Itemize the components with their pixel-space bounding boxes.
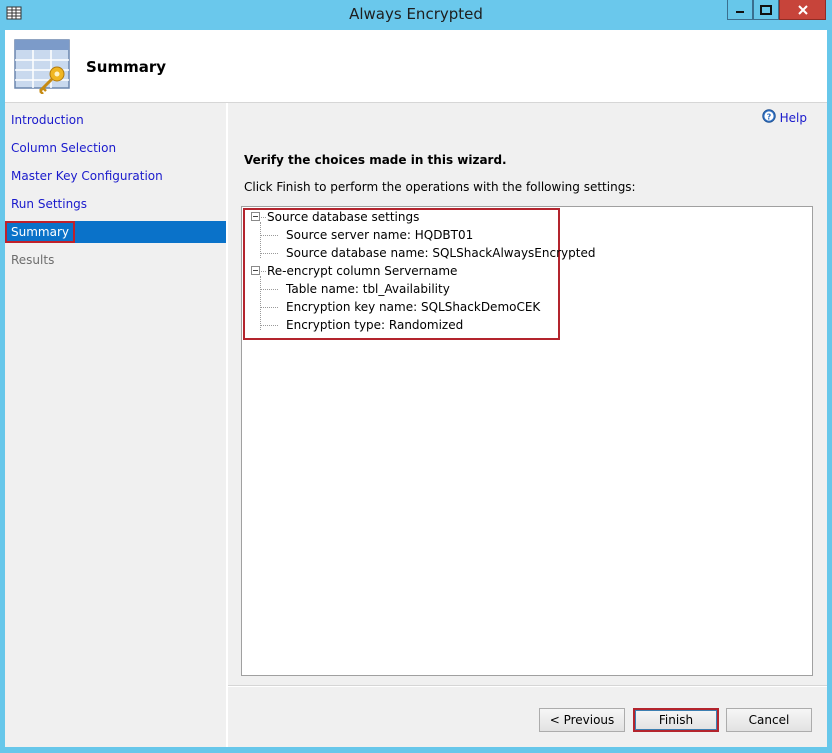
nav-item-run-settings[interactable]: Run Settings	[5, 193, 226, 215]
wizard-header: Summary	[5, 30, 827, 102]
cancel-button[interactable]: Cancel	[726, 708, 812, 732]
tree-connector	[260, 325, 278, 326]
tree-node-source-database-name[interactable]: Source database name: SQLShackAlwaysEncr…	[286, 244, 595, 262]
close-button[interactable]	[779, 0, 826, 20]
nav-item-column-selection[interactable]: Column Selection	[5, 137, 226, 159]
summary-tree[interactable]: Source database settings Source server n…	[241, 206, 813, 676]
tree-connector	[260, 276, 261, 330]
previous-button[interactable]: < Previous	[539, 708, 625, 732]
verify-heading: Verify the choices made in this wizard.	[244, 153, 507, 167]
svg-text:?: ?	[766, 112, 771, 121]
minimize-button[interactable]	[727, 0, 753, 20]
help-link[interactable]: ? Help	[761, 109, 807, 126]
nav-item-label: Summary	[5, 221, 75, 243]
tree-node-source-database-settings[interactable]: Source database settings	[267, 208, 419, 226]
nav-item-results: Results	[5, 249, 226, 271]
wizard-nav: Introduction Column Selection Master Key…	[5, 103, 226, 747]
tree-node-encryption-type[interactable]: Encryption type: Randomized	[286, 316, 463, 334]
nav-item-label: Introduction	[11, 113, 84, 127]
collapse-icon[interactable]	[251, 212, 260, 221]
minimize-icon	[736, 10, 744, 13]
summary-panel: ? Help Verify the choices made in this w…	[228, 103, 827, 683]
nav-item-introduction[interactable]: Introduction	[5, 109, 226, 131]
tree-node-source-server-name[interactable]: Source server name: HQDBT01	[286, 226, 473, 244]
tree-connector	[260, 235, 278, 236]
nav-item-label: Column Selection	[11, 141, 117, 155]
client-area: Summary Introduction Column Selection Ma…	[5, 30, 827, 747]
maximize-button[interactable]	[753, 0, 779, 20]
nav-item-label: Results	[11, 253, 55, 267]
tree-node-table-name[interactable]: Table name: tbl_Availability	[286, 280, 450, 298]
page-title: Summary	[86, 58, 167, 76]
table-key-icon	[13, 38, 71, 95]
window-title: Always Encrypted	[349, 5, 483, 23]
tree-connector	[261, 217, 266, 218]
wizard-window: Always Encrypted Summary Introduction Co…	[0, 0, 832, 753]
help-label: Help	[779, 110, 807, 125]
footer-divider-highlight	[228, 686, 827, 687]
tree-connector	[260, 253, 278, 254]
help-icon: ?	[761, 109, 776, 126]
instructions-text: Click Finish to perform the operations w…	[244, 180, 636, 194]
tree-connector	[260, 289, 278, 290]
title-bar[interactable]: Always Encrypted	[0, 0, 832, 30]
collapse-icon[interactable]	[251, 266, 260, 275]
nav-item-label: Master Key Configuration	[11, 169, 163, 183]
maximize-icon	[760, 4, 772, 15]
nav-item-master-key-configuration[interactable]: Master Key Configuration	[5, 165, 226, 187]
finish-button[interactable]: Finish	[633, 708, 719, 732]
nav-item-label: Run Settings	[11, 197, 88, 211]
nav-item-summary[interactable]: Summary	[5, 221, 226, 243]
finish-button-label: Finish	[635, 710, 717, 730]
tree-connector	[260, 307, 278, 308]
tree-node-encryption-key-name[interactable]: Encryption key name: SQLShackDemoCEK	[286, 298, 540, 316]
close-icon	[797, 4, 808, 15]
tree-connector	[261, 271, 266, 272]
tree-node-re-encrypt-column[interactable]: Re-encrypt column Servername	[267, 262, 457, 280]
